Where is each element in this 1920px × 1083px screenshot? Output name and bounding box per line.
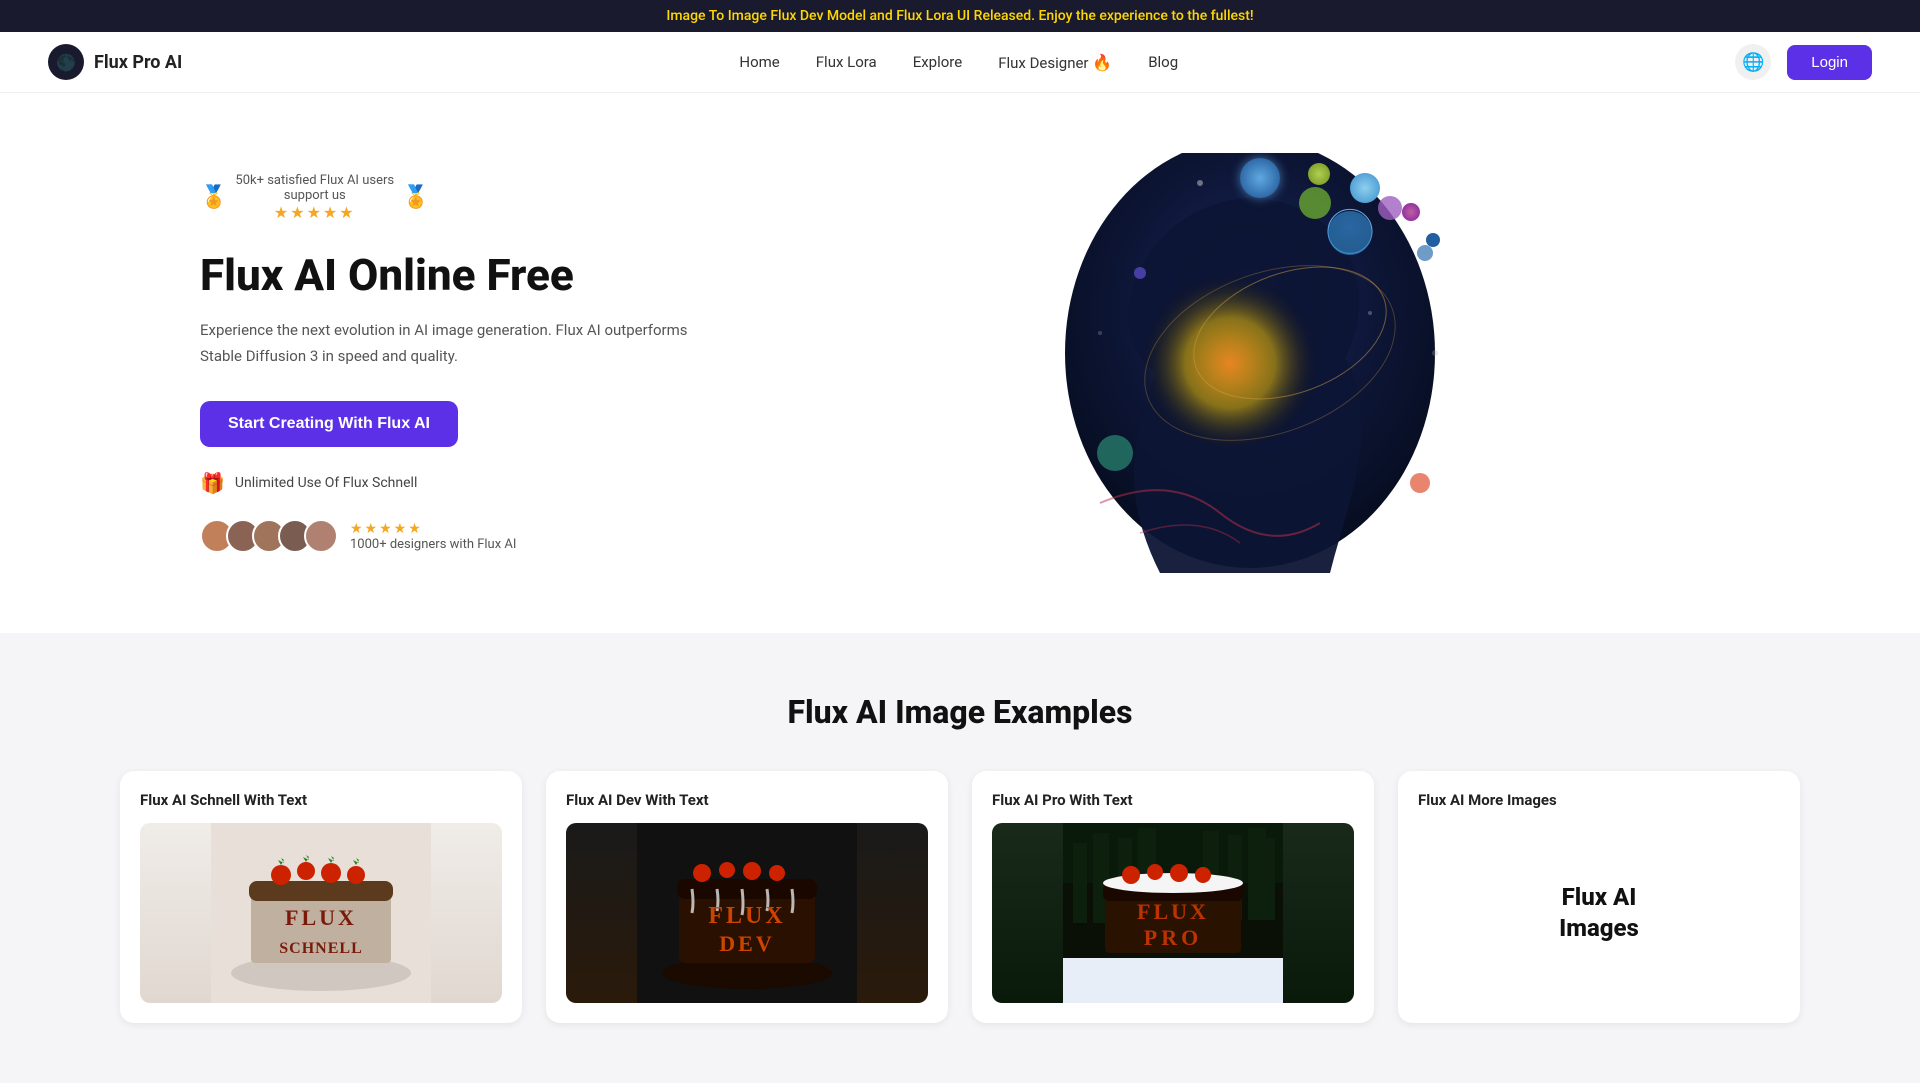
proof-info: 50k+ satisfied Flux AI users support us … [235,173,394,222]
nav-item-flux-lora[interactable]: Flux Lora [816,53,877,71]
main-nav: Home Flux Lora Explore Flux Designer 🔥 B… [739,53,1178,72]
more-images-text: Flux AI Images [1559,882,1639,944]
avatar-group [200,519,338,553]
hero-silhouette-svg [1040,153,1460,583]
svg-text:SCHNELL: SCHNELL [279,940,362,957]
card-image-more: Flux AI Images [1418,823,1780,1003]
card-title-schnell: Flux AI Schnell With Text [140,791,502,809]
svg-text:DEV: DEV [719,931,774,956]
gift-icon: 🎁 [200,471,225,495]
hero-description: Experience the next evolution in AI imag… [200,318,700,369]
hero-left: 🏅 50k+ satisfied Flux AI users support u… [200,173,700,554]
designers-row: ★★★★★ 1000+ designers with Flux AI [200,519,700,553]
social-proof: 🏅 50k+ satisfied Flux AI users support u… [200,173,700,222]
cta-button[interactable]: Start Creating With Flux AI [200,401,458,447]
login-button[interactable]: Login [1787,45,1872,80]
proof-text-line1: 50k+ satisfied Flux AI users [235,173,394,188]
examples-grid: Flux AI Schnell With Text [120,771,1800,1023]
proof-text-line2: support us [235,188,394,203]
nav-item-blog[interactable]: Blog [1148,53,1178,71]
hero-right [700,153,1800,573]
announcement-banner: Image To Image Flux Dev Model and Flux L… [0,0,1920,32]
designer-count: 1000+ designers with Flux AI [350,537,516,552]
nav-item-explore[interactable]: Explore [913,53,963,71]
laurel-right-icon: 🏅 [402,185,429,210]
example-card-schnell: Flux AI Schnell With Text [120,771,522,1023]
banner-text: Image To Image Flux Dev Model and Flux L… [666,8,1253,24]
pro-cake-svg: FLUX PRO [1063,823,1283,1003]
svg-text:FLUX: FLUX [285,905,357,930]
svg-text:FLUX: FLUX [708,903,785,929]
card-title-dev: Flux AI Dev With Text [566,791,928,809]
laurel-left-icon: 🏅 [200,185,227,210]
flame-icon: 🔥 [1092,53,1112,72]
examples-title: Flux AI Image Examples [120,693,1800,731]
proof-stars: ★★★★★ [235,203,394,222]
planet-4 [1308,163,1330,185]
dev-cake-svg: FLUX DEV [637,823,857,1003]
planet-3 [1402,203,1420,221]
schnell-cake-svg: FLUX SCHNELL [211,823,431,1003]
card-title-pro: Flux AI Pro With Text [992,791,1354,809]
designer-info: ★★★★★ 1000+ designers with Flux AI [350,521,516,552]
logo-area[interactable]: 🌑 Flux Pro AI [48,44,182,80]
planet-2 [1350,173,1380,203]
globe-icon: 🌐 [1742,52,1764,73]
header: 🌑 Flux Pro AI Home Flux Lora Explore Flu… [0,32,1920,93]
examples-section: Flux AI Image Examples Flux AI Schnell W… [0,633,1920,1083]
svg-text:PRO: PRO [1144,925,1202,950]
unlimited-label: Unlimited Use Of Flux Schnell [235,475,417,491]
hero-title: Flux AI Online Free [200,250,700,301]
card-image-pro: FLUX PRO [992,823,1354,1003]
card-image-dev: FLUX DEV [566,823,928,1003]
language-button[interactable]: 🌐 [1735,44,1771,80]
hero-image [1040,153,1460,573]
designer-stars: ★★★★★ [350,521,516,537]
example-card-more: Flux AI More Images Flux AI Images [1398,771,1800,1023]
card-title-more: Flux AI More Images [1418,791,1780,809]
card-image-schnell: FLUX SCHNELL [140,823,502,1003]
example-card-pro: Flux AI Pro With Text [972,771,1374,1023]
unlimited-row: 🎁 Unlimited Use Of Flux Schnell [200,471,700,495]
nav-item-home[interactable]: Home [739,53,779,71]
logo-text: Flux Pro AI [94,52,182,73]
header-right: 🌐 Login [1735,44,1872,80]
nav-item-flux-designer[interactable]: Flux Designer 🔥 [998,53,1112,72]
avatar-5 [304,519,338,553]
hero-section: 🏅 50k+ satisfied Flux AI users support u… [0,93,1920,633]
example-card-dev: Flux AI Dev With Text [546,771,948,1023]
logo-icon: 🌑 [48,44,84,80]
planet-5 [1426,233,1440,247]
planet-1 [1240,158,1280,198]
svg-text:FLUX: FLUX [1137,899,1209,924]
